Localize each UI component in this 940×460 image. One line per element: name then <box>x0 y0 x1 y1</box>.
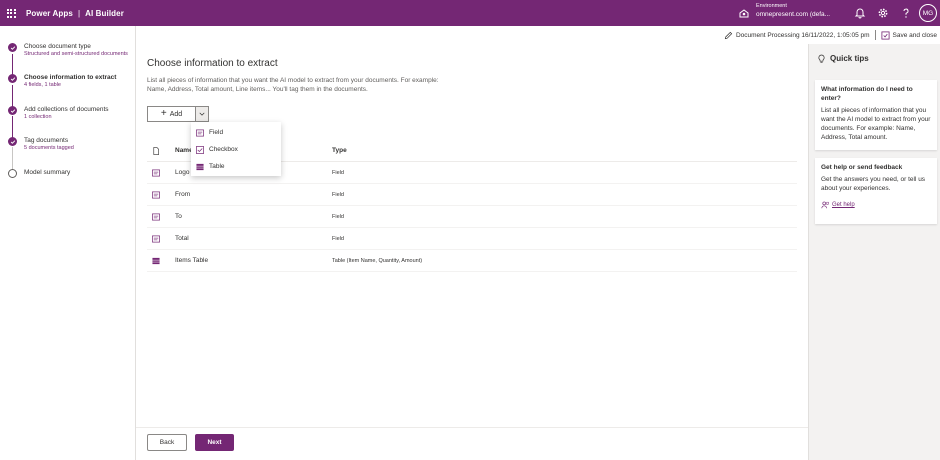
tip-card-information: What information do I need to enter? Lis… <box>815 80 937 150</box>
checkbox-icon <box>196 145 204 154</box>
document-label: Document Processing 16/11/2022, 1:05:05 … <box>735 31 870 39</box>
save-and-close-label: Save and close <box>892 31 937 39</box>
tip-card-title: Get help or send feedback <box>821 164 903 171</box>
sub-header: Document Processing 16/11/2022, 1:05:05 … <box>136 26 940 44</box>
table-row[interactable]: From Field <box>147 184 797 206</box>
quick-tips-header: Quick tips <box>817 54 869 63</box>
step-choose-document-type[interactable]: Choose document type Structured and semi… <box>8 42 128 58</box>
step-title: Choose information to extract <box>24 74 117 81</box>
gear-icon[interactable] <box>877 7 889 19</box>
row-name: To <box>175 213 182 220</box>
help-icon[interactable] <box>900 7 912 19</box>
get-help-link[interactable]: Get help <box>821 201 931 209</box>
environment-label: Environment <box>756 3 787 9</box>
check-icon <box>8 106 17 115</box>
back-button[interactable]: Back <box>147 434 187 451</box>
bell-icon[interactable] <box>854 7 866 19</box>
quick-tips-title: Quick tips <box>830 54 869 63</box>
menu-item-checkbox[interactable]: Checkbox <box>191 141 281 158</box>
chevron-down-icon <box>199 112 205 116</box>
field-icon <box>147 191 175 199</box>
step-title: Add collections of documents <box>24 106 109 113</box>
header-divider <box>874 30 876 40</box>
menu-item-label: Field <box>209 129 224 136</box>
step-subtitle: 4 fields, 1 table <box>24 82 61 88</box>
top-bar: Power Apps | AI Builder Environment omnepr… <box>0 0 940 26</box>
menu-item-table[interactable]: Table <box>191 158 281 175</box>
page-title: Choose information to extract <box>147 58 278 69</box>
step-title: Model summary <box>24 169 71 176</box>
tip-card-help: Get help or send feedback Get the answer… <box>815 158 937 224</box>
check-icon <box>8 74 17 83</box>
step-model-summary[interactable]: Model summary <box>8 168 70 178</box>
field-icon <box>196 129 204 136</box>
app-name: Power Apps <box>26 8 73 18</box>
menu-item-label: Checkbox <box>209 146 238 153</box>
app-title[interactable]: Power Apps | AI Builder <box>26 9 124 18</box>
next-button[interactable]: Next <box>195 434 234 451</box>
save-icon <box>881 30 890 40</box>
document-icon <box>147 146 175 155</box>
row-type: Table (Item Name, Quantity, Amount) <box>332 257 423 264</box>
environment-value: omnepresent.com (defa... <box>756 11 831 18</box>
tip-card-title: What information do I need to enter? <box>821 86 913 102</box>
column-header-type[interactable]: Type <box>332 147 797 154</box>
save-and-close-button[interactable]: Save and close <box>881 30 937 40</box>
step-subtitle: 5 documents tagged <box>24 145 74 151</box>
check-icon <box>8 43 17 52</box>
get-help-label: Get help <box>832 202 855 208</box>
table-icon <box>147 257 175 265</box>
wizard-stepper: Choose document type Structured and semi… <box>0 26 136 460</box>
add-split-button: + Add <box>147 106 209 122</box>
row-name: From <box>175 191 191 198</box>
step-subtitle: 1 collection <box>24 114 52 120</box>
quick-tips-panel: Quick tips What information do I need to… <box>808 44 940 460</box>
table-row[interactable]: To Field <box>147 206 797 228</box>
field-icon <box>147 169 175 177</box>
title-separator: | <box>77 8 81 18</box>
environment-picker[interactable]: Environment omnepresent.com (defa... <box>738 3 830 19</box>
document-name[interactable]: Document Processing 16/11/2022, 1:05:05 … <box>724 31 870 40</box>
step-title: Choose document type <box>24 43 91 50</box>
plus-icon: + <box>160 108 167 119</box>
field-icon <box>147 235 175 243</box>
add-label: Add <box>169 110 183 118</box>
table-row[interactable]: Total Field <box>147 228 797 250</box>
empty-circle-icon <box>8 169 17 178</box>
table-icon <box>196 163 204 170</box>
edit-icon <box>724 31 733 39</box>
avatar[interactable]: MG <box>919 4 937 22</box>
table-row[interactable]: Items Table Table (Item Name, Quantity, … <box>147 250 797 272</box>
environment-icon <box>739 9 749 18</box>
row-name: Items Table <box>175 257 209 264</box>
menu-item-label: Table <box>209 163 225 170</box>
row-type: Field <box>332 235 344 242</box>
product-name: AI Builder <box>85 8 124 18</box>
add-button[interactable]: + Add <box>148 107 195 121</box>
page-description: List all pieces of information that you … <box>147 77 439 93</box>
check-icon <box>8 137 17 146</box>
step-title: Tag documents <box>24 137 69 144</box>
person-feedback-icon <box>821 201 829 209</box>
row-type: Field <box>332 169 344 176</box>
row-name: Total <box>175 235 189 242</box>
add-dropdown-menu: Field Checkbox Table <box>191 122 281 176</box>
row-type: Field <box>332 213 344 220</box>
row-type: Field <box>332 191 344 198</box>
step-add-collections[interactable]: Add collections of documents 1 collectio… <box>8 105 109 121</box>
add-dropdown-toggle[interactable] <box>195 107 208 121</box>
menu-item-field[interactable]: Field <box>191 124 281 141</box>
footer-divider <box>136 427 808 428</box>
lightbulb-icon <box>818 54 825 63</box>
step-choose-information[interactable]: Choose information to extract 4 fields, … <box>8 73 116 89</box>
step-subtitle: Structured and semi-structured documents <box>24 51 128 57</box>
step-tag-documents[interactable]: Tag documents 5 documents tagged <box>8 136 74 152</box>
field-icon <box>147 213 175 221</box>
waffle-icon[interactable] <box>0 0 22 26</box>
tip-card-body: List all pieces of information that you … <box>821 107 931 141</box>
tip-card-body: Get the answers you need, or tell us abo… <box>821 176 926 192</box>
